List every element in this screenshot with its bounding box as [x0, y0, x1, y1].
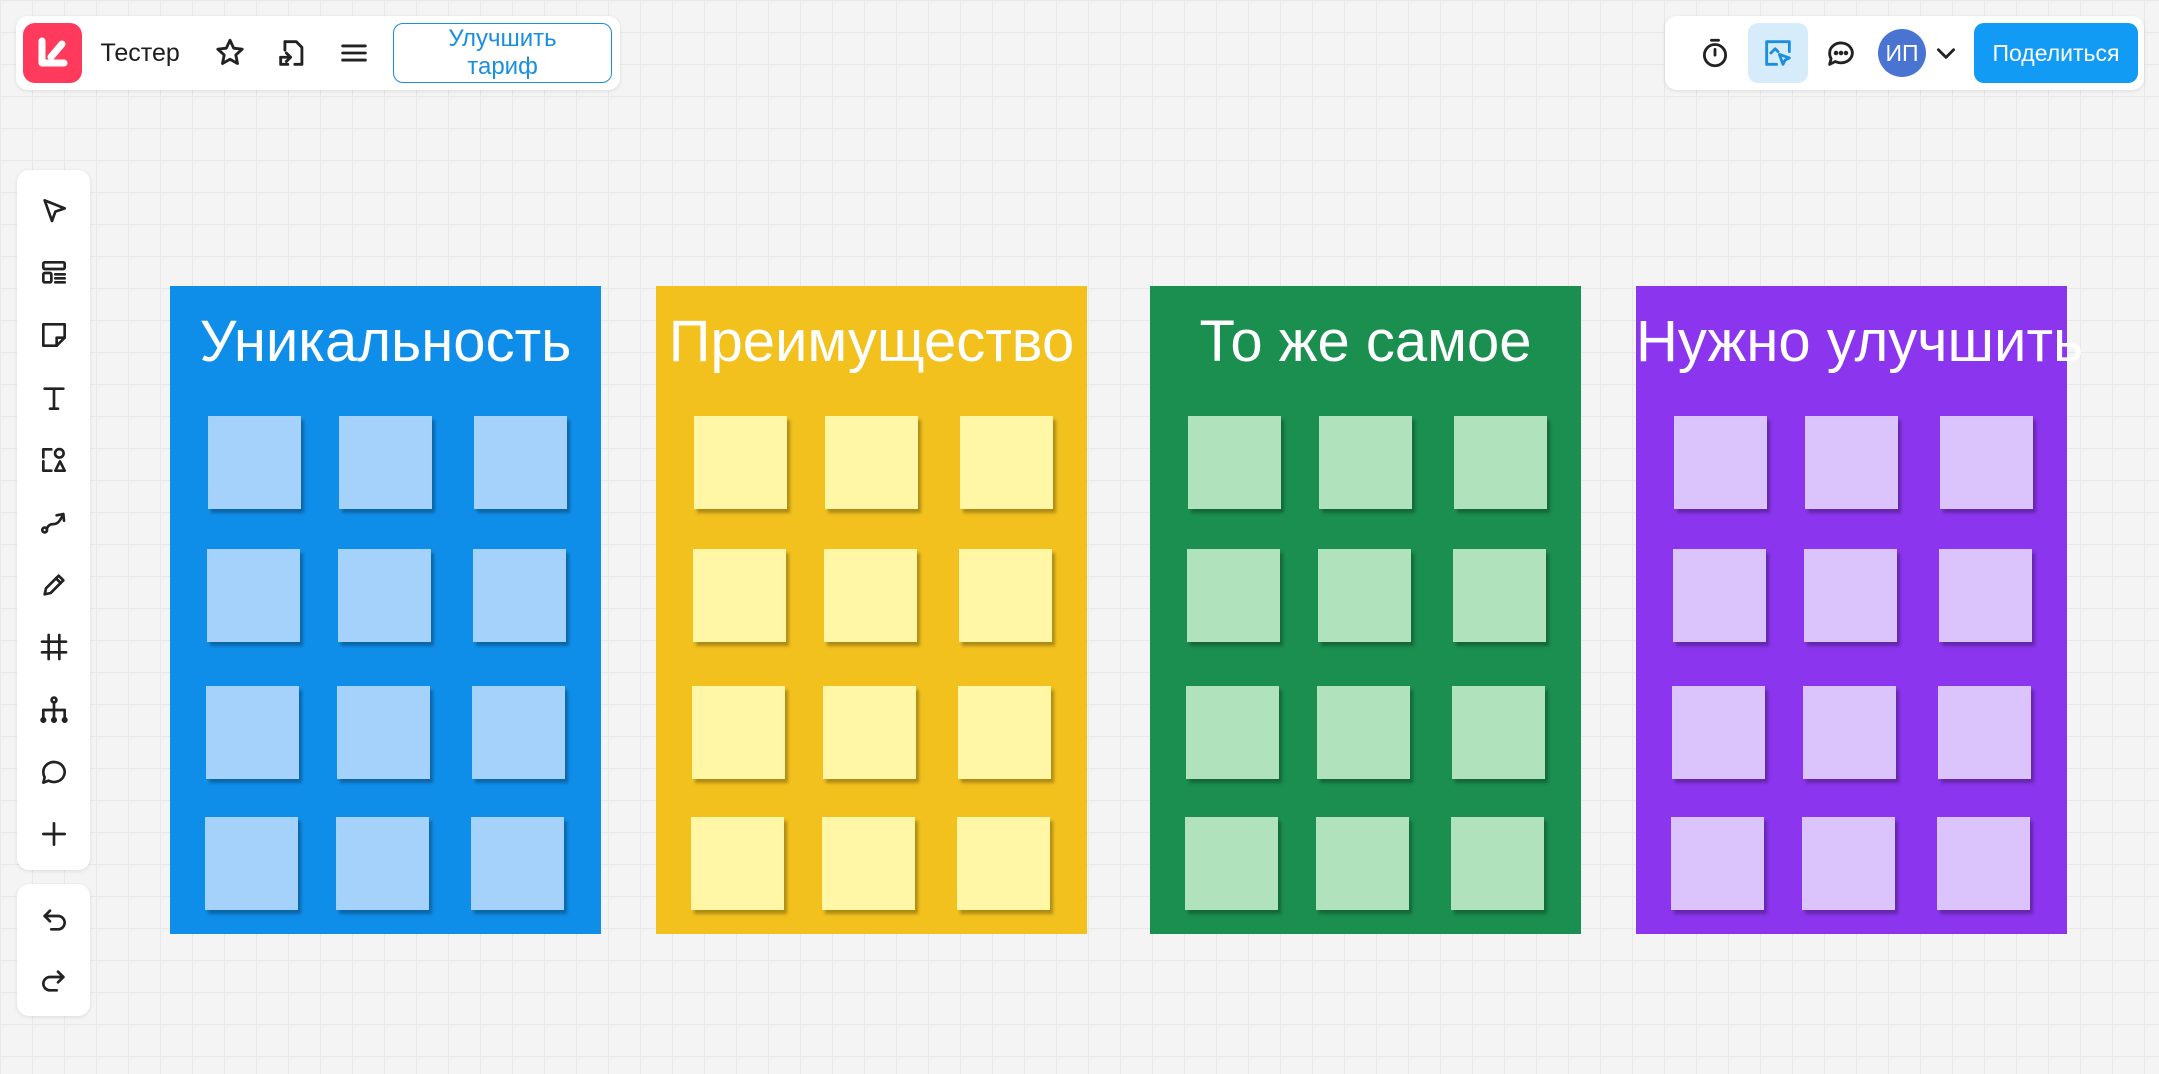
sticky-note[interactable]	[823, 686, 916, 779]
frame-title[interactable]: Нужно улучшить	[1636, 308, 2083, 375]
sticky-note[interactable]	[958, 686, 1051, 779]
sticky-note[interactable]	[1316, 817, 1409, 910]
undo-icon[interactable]	[27, 894, 81, 945]
logo-mark	[38, 37, 68, 67]
select-tool-icon[interactable]	[27, 184, 81, 237]
comment-icon[interactable]	[27, 745, 81, 798]
history-toolbar	[17, 884, 90, 1016]
sticky-note[interactable]	[959, 549, 1052, 642]
frame-same[interactable]: То же самое	[1150, 286, 1581, 934]
frame-needs-improvement[interactable]: Нужно улучшить	[1636, 286, 2083, 934]
sticky-note[interactable]	[1803, 686, 1896, 779]
frame-title[interactable]: Уникальность	[170, 308, 601, 375]
frame-advantage[interactable]: Преимущество	[656, 286, 1087, 934]
sticky-note[interactable]	[1318, 549, 1411, 642]
frame-uniqueness[interactable]: Уникальность	[170, 286, 601, 934]
sticky-note[interactable]	[339, 416, 432, 509]
menu-icon[interactable]	[329, 28, 378, 78]
sticky-note[interactable]	[1454, 416, 1547, 509]
sticky-note[interactable]	[1671, 817, 1764, 910]
sticky-note[interactable]	[205, 817, 298, 910]
board-header: Тестер Улучшить тариф	[16, 16, 620, 90]
sticky-note[interactable]	[960, 416, 1053, 509]
sticky-note[interactable]	[336, 817, 429, 910]
sticky-note[interactable]	[1804, 549, 1897, 642]
user-avatar[interactable]: ИП	[1878, 29, 1926, 77]
timer-icon[interactable]	[1685, 23, 1745, 83]
tools-toolbar	[17, 170, 90, 870]
sticky-note[interactable]	[1452, 686, 1545, 779]
plus-icon[interactable]	[27, 808, 81, 861]
sticky-note[interactable]	[206, 686, 299, 779]
sticky-note[interactable]	[957, 817, 1050, 910]
sticky-note[interactable]	[691, 817, 784, 910]
sticky-note[interactable]	[472, 686, 565, 779]
sticky-note[interactable]	[1185, 817, 1278, 910]
frame-icon[interactable]	[27, 621, 81, 674]
pen-icon[interactable]	[27, 558, 81, 611]
sticky-note[interactable]	[1673, 549, 1766, 642]
sticky-note[interactable]	[824, 549, 917, 642]
sticky-note[interactable]	[337, 686, 430, 779]
sticky-note[interactable]	[825, 416, 918, 509]
sticky-note[interactable]	[473, 549, 566, 642]
export-icon[interactable]	[268, 28, 317, 78]
sticky-note[interactable]	[693, 549, 786, 642]
sticky-note[interactable]	[1802, 817, 1895, 910]
upgrade-plan-button[interactable]: Улучшить тариф	[393, 23, 613, 83]
frame-title[interactable]: То же самое	[1150, 308, 1581, 375]
sticky-note[interactable]	[208, 416, 301, 509]
sticky-note[interactable]	[207, 549, 300, 642]
sticky-note[interactable]	[1453, 549, 1546, 642]
comments-icon[interactable]	[1811, 23, 1871, 83]
sticky-note-icon[interactable]	[27, 309, 81, 362]
sticky-note[interactable]	[1451, 817, 1544, 910]
sticky-note[interactable]	[474, 416, 567, 509]
sticky-note[interactable]	[1805, 416, 1898, 509]
sticky-note[interactable]	[1940, 416, 2033, 509]
sticky-note[interactable]	[694, 416, 787, 509]
sticky-note[interactable]	[1187, 549, 1280, 642]
connector-icon[interactable]	[27, 496, 81, 549]
sticky-note[interactable]	[471, 817, 564, 910]
frame-title[interactable]: Преимущество	[656, 308, 1087, 375]
sticky-note[interactable]	[692, 686, 785, 779]
sticky-note[interactable]	[1317, 686, 1410, 779]
star-icon[interactable]	[206, 28, 255, 78]
chevron-down-icon[interactable]	[1926, 28, 1966, 78]
collaboration-bar: ИП Поделиться	[1665, 16, 2144, 90]
board-title[interactable]: Тестер	[101, 39, 180, 68]
mindmap-icon[interactable]	[27, 683, 81, 736]
sticky-note[interactable]	[1186, 686, 1279, 779]
sticky-note[interactable]	[338, 549, 431, 642]
app-logo-icon[interactable]	[23, 23, 82, 83]
sticky-note[interactable]	[822, 817, 915, 910]
sticky-note[interactable]	[1188, 416, 1281, 509]
sticky-note[interactable]	[1938, 686, 2031, 779]
share-button[interactable]: Поделиться	[1974, 23, 2138, 83]
sticky-note[interactable]	[1939, 549, 2032, 642]
presentation-icon[interactable]	[1748, 23, 1808, 83]
sticky-note[interactable]	[1937, 817, 2030, 910]
sticky-note[interactable]	[1674, 416, 1767, 509]
sticky-note[interactable]	[1319, 416, 1412, 509]
redo-icon[interactable]	[27, 955, 81, 1006]
sticky-note[interactable]	[1672, 686, 1765, 779]
templates-icon[interactable]	[27, 246, 81, 299]
text-tool-icon[interactable]	[27, 371, 81, 424]
shapes-icon[interactable]	[27, 433, 81, 486]
